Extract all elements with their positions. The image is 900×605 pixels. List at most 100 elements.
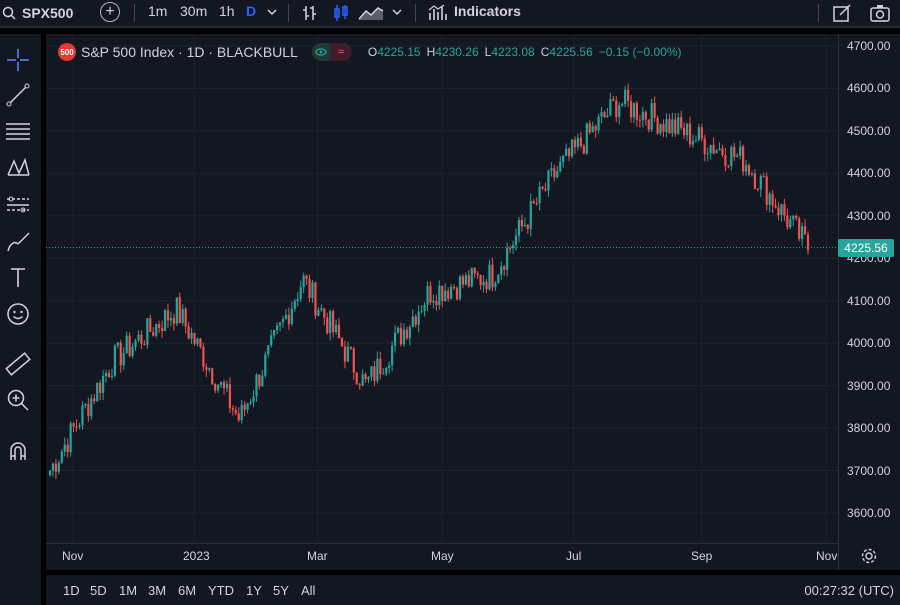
emoji-tool[interactable]	[4, 300, 32, 328]
range-3m[interactable]: 3M	[148, 583, 166, 598]
text-tool[interactable]	[4, 264, 32, 292]
chevron-down-icon[interactable]	[266, 7, 278, 17]
compare-add-button[interactable]: +	[100, 2, 120, 22]
candle-body	[621, 103, 624, 106]
candle-body	[78, 425, 81, 427]
chevron-down-icon[interactable]	[391, 7, 403, 17]
candle-body	[641, 111, 644, 121]
interval-d[interactable]: D	[246, 3, 256, 19]
range-ytd[interactable]: YTD	[208, 583, 234, 598]
candle-body	[281, 318, 285, 323]
time-axis[interactable]: Nov 2023 Mar May Jul Sep Nov	[46, 543, 838, 571]
area-chart-icon[interactable]	[358, 5, 384, 21]
candle-body	[694, 140, 698, 142]
series-title[interactable]: S&P 500 Index · 1D · BLACKBULL	[81, 44, 298, 60]
candle-body	[485, 281, 488, 290]
candle-body	[786, 215, 789, 228]
symbol-search[interactable]: SPX500	[2, 0, 73, 26]
range-all[interactable]: All	[301, 583, 315, 598]
price-axis[interactable]: 4700.00 4600.00 4500.00 4400.00 4300.00 …	[838, 34, 900, 570]
candle-body	[332, 311, 335, 333]
candle-body	[632, 103, 636, 118]
candle-body	[158, 324, 161, 329]
candle-body	[278, 322, 282, 326]
range-5y[interactable]: 5Y	[273, 583, 289, 598]
brush-tool[interactable]	[4, 228, 32, 256]
candle-body	[143, 343, 146, 345]
settings-icon[interactable]	[861, 548, 877, 564]
indicators-button[interactable]: Indicators	[454, 3, 521, 19]
candle-body	[51, 463, 55, 471]
candle-body	[795, 215, 798, 219]
bar-chart-icon[interactable]	[302, 4, 318, 22]
last-price-label: 4225.56	[838, 239, 894, 257]
candle-body	[458, 276, 462, 300]
trend-line-tool[interactable]	[4, 81, 32, 109]
crosshair-tool[interactable]	[4, 46, 32, 74]
candle-body	[736, 155, 739, 157]
range-1y[interactable]: 1Y	[246, 583, 262, 598]
candle-body	[399, 327, 403, 345]
candle-body	[417, 311, 420, 325]
candle-body	[659, 124, 662, 134]
candle-body	[706, 153, 709, 155]
range-1d[interactable]: 1D	[63, 583, 80, 598]
candle-body	[317, 310, 320, 316]
interval-1m[interactable]: 1m	[148, 3, 167, 19]
candle-body	[597, 116, 600, 131]
candle-body	[96, 382, 99, 402]
candle-body	[116, 342, 119, 346]
candle-body	[739, 146, 742, 156]
candle-body	[603, 112, 606, 118]
indicators-icon[interactable]	[428, 4, 448, 22]
smiley-icon	[7, 303, 29, 325]
prediction-tool[interactable]	[4, 191, 32, 219]
candle-body	[110, 375, 114, 378]
candle-body	[343, 346, 347, 362]
candle-body	[750, 173, 754, 175]
candle-body	[270, 335, 273, 346]
candle-body	[160, 328, 164, 332]
pattern-tool[interactable]	[4, 154, 32, 182]
utc-clock[interactable]: 00:27:32 (UTC)	[804, 583, 894, 598]
candle-body	[355, 372, 358, 385]
candle-body	[497, 274, 500, 283]
candle-body	[461, 276, 465, 285]
candle-body	[618, 105, 621, 118]
candle-body	[113, 345, 116, 376]
low-value: 4223.08	[491, 45, 535, 59]
candles-icon[interactable]	[333, 4, 349, 22]
range-5d[interactable]: 5D	[90, 583, 107, 598]
range-6m[interactable]: 6M	[178, 583, 196, 598]
range-1m[interactable]: 1M	[119, 583, 137, 598]
camera-icon[interactable]	[869, 3, 891, 23]
candle-body	[137, 334, 140, 341]
candle-body	[697, 127, 700, 141]
candle-body	[565, 148, 568, 156]
chart-pane[interactable]	[46, 34, 900, 570]
candle-body	[500, 266, 503, 275]
measure-tool[interactable]	[4, 350, 32, 378]
candle-body	[438, 285, 441, 306]
candle-body	[211, 368, 214, 385]
candle-body	[107, 372, 111, 378]
fib-tool[interactable]	[4, 117, 32, 145]
candle-body	[393, 332, 397, 346]
candle-body	[768, 193, 771, 205]
price-tick: 4400.00	[847, 166, 891, 180]
candle-body	[128, 335, 131, 357]
zoom-tool[interactable]	[4, 386, 32, 414]
candle-body	[567, 148, 571, 157]
eye-button[interactable]	[311, 43, 330, 61]
top-toolbar: SPX500 + 1m 30m 1h D Indicators	[0, 0, 900, 28]
candle-body	[541, 186, 544, 189]
candle-body	[467, 275, 470, 287]
candlestick-chart[interactable]	[46, 34, 838, 543]
interval-1h[interactable]: 1h	[219, 3, 235, 19]
magnet-tool[interactable]	[4, 437, 32, 465]
candle-body	[349, 346, 352, 349]
edit-icon[interactable]	[832, 3, 852, 23]
wave-button[interactable]: ≈	[329, 43, 352, 61]
interval-30m[interactable]: 30m	[180, 3, 207, 19]
candle-body	[323, 308, 326, 318]
